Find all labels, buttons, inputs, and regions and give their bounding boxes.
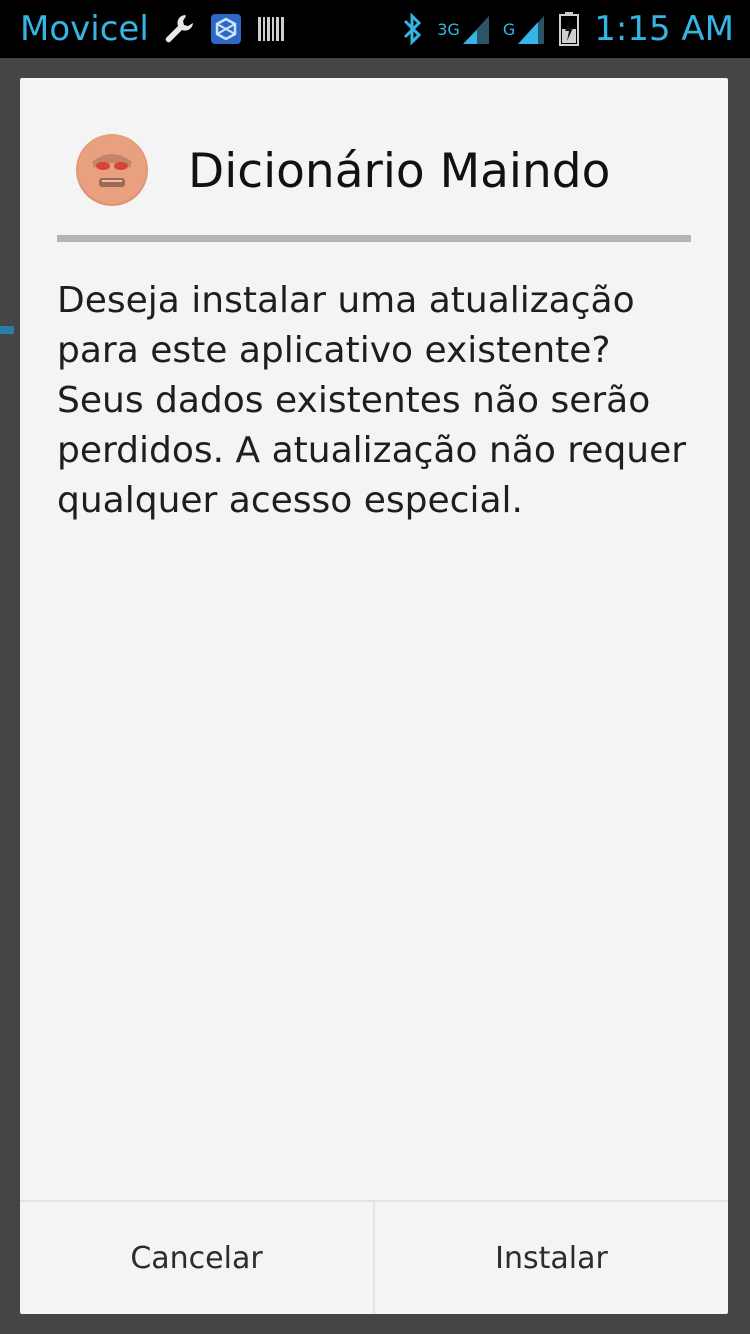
signal-3g-icon: 3G [437, 12, 491, 46]
dialog-title: Dicionário Maindo [188, 144, 611, 199]
bluetooth-icon [401, 11, 425, 47]
network-g-label: G [502, 19, 516, 39]
install-dialog: Dicionário Maindo Deseja instalar uma at… [20, 78, 728, 1314]
app-notification-icon [209, 12, 243, 46]
battery-charging-icon [558, 11, 580, 47]
background-accent [0, 326, 14, 334]
status-bar: Movicel 3G G 1:15 AM [0, 0, 750, 58]
install-button[interactable]: Instalar [375, 1202, 728, 1314]
network-3g-label: 3G [437, 19, 460, 39]
dialog-header: Dicionário Maindo [20, 78, 728, 242]
status-clock: 1:15 AM [594, 9, 734, 49]
carrier-name: Movicel [20, 9, 149, 49]
signal-g-icon: G [503, 12, 546, 46]
app-face-icon [76, 134, 148, 206]
dialog-button-bar: Cancelar Instalar [20, 1200, 728, 1314]
wrench-icon [161, 11, 197, 47]
title-divider [57, 235, 691, 242]
cancel-button[interactable]: Cancelar [20, 1202, 373, 1314]
dialog-message: Deseja instalar uma atualização para est… [57, 280, 687, 521]
barcode-icon [255, 13, 287, 45]
